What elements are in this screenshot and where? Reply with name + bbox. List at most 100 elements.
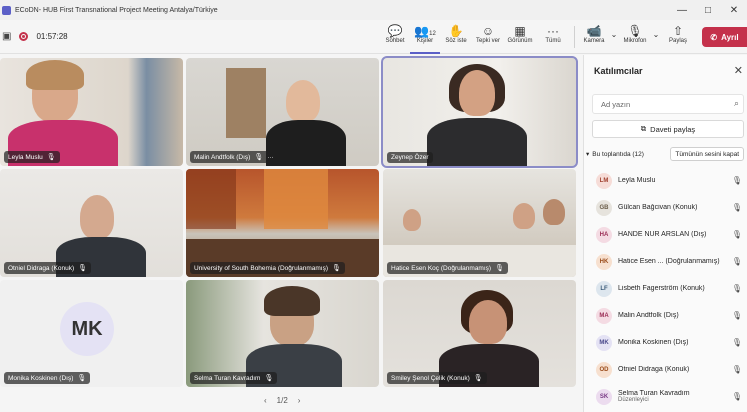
participant-hair — [264, 286, 320, 316]
mic-off-icon: 🎙 — [731, 284, 742, 293]
mic-off-icon: 🎙 — [332, 265, 341, 272]
video-tile[interactable]: University of South Bohemia (Doğrulanmam… — [186, 169, 379, 277]
participant-face — [469, 300, 507, 344]
participant-face — [459, 70, 495, 116]
gallery-pager: ‹ 1/2 › — [264, 396, 300, 405]
mic-off-icon: 🎙 — [46, 154, 56, 161]
list-item[interactable]: HK Hatice Esen ... (Doğrulanmamış) 🎙 — [584, 248, 747, 275]
participant-face — [80, 195, 114, 239]
window-controls: — □ ✕ — [669, 0, 747, 20]
participant-list: LM Leyla Muslu 🎙 GB Gülcan Bağcivan (Kon… — [584, 167, 747, 410]
mic-off-icon: 🎙 — [731, 338, 742, 347]
video-tile[interactable]: Otniel Didraga (Konuk) 🎙 — [0, 169, 183, 277]
page-indicator: 1/2 — [276, 396, 288, 405]
mic-off-icon: 🎙 — [264, 375, 274, 382]
list-item[interactable]: SK Selma Turan Kavradım Düzenleyici 🎙 — [584, 383, 747, 410]
camera-icon: 📹 — [586, 24, 602, 38]
video-gallery: Leyla Muslu 🎙 Malin Andtfolk (Dış) 🎙 ··· Ze… — [0, 55, 580, 412]
microphone-off-icon: 🎙 — [627, 24, 643, 38]
mic-options-chevron-icon[interactable]: ⌄ — [651, 20, 661, 54]
mic-off-icon: 🎙 — [731, 230, 742, 239]
participant-search-input[interactable]: Ad yazın ⌕ — [592, 94, 744, 114]
list-item[interactable]: HA HANDE NUR ARSLAN (Dış) 🎙 — [584, 221, 747, 248]
window-title: ECoDN- HUB First Transnational Project M… — [15, 6, 218, 14]
participant-face — [403, 209, 421, 231]
mic-off-icon: 🎙 — [731, 365, 742, 374]
video-tile-active-speaker[interactable]: Zeynep Özer — [381, 56, 578, 168]
tile-nametag: Leyla Muslu 🎙 — [4, 151, 60, 163]
title-bar: ECoDN- HUB First Transnational Project M… — [0, 0, 747, 20]
close-panel-icon[interactable]: ✕ — [734, 64, 743, 77]
avatar: MK — [60, 302, 114, 356]
list-item[interactable]: LM Leyla Muslu 🎙 — [584, 167, 747, 194]
tile-nametag: University of South Bohemia (Doğrulanmam… — [190, 262, 345, 274]
people-count: 12 — [429, 31, 436, 37]
mic-off-icon: 🎙 — [254, 154, 264, 161]
avatar: OD — [596, 361, 612, 378]
people-button[interactable]: 👥12 Kişiler — [410, 20, 440, 54]
tile-nametag: Otniel Didraga (Konuk) 🎙 — [4, 262, 92, 274]
list-item[interactable]: GB Gülcan Bağcivan (Konuk) 🎙 — [584, 194, 747, 221]
participant-hair — [26, 60, 84, 90]
video-tile[interactable]: Malin Andtfolk (Dış) 🎙 ··· — [186, 58, 379, 166]
meeting-timer: 01:57:28 — [36, 32, 68, 41]
list-item[interactable]: MA Malin Andtfolk (Dış) 🎙 — [584, 302, 747, 329]
raise-hand-icon: ✋ — [448, 24, 464, 38]
mute-all-button[interactable]: Tümünün sesini kapat — [670, 147, 744, 161]
mic-off-icon: 🎙 — [731, 257, 742, 266]
tile-nametag: Malin Andtfolk (Dış) 🎙 ··· — [190, 151, 278, 163]
share-icon: ⇧ — [672, 24, 684, 38]
mic-off-icon: 🎙 — [473, 375, 483, 382]
chat-icon: 💬 — [387, 24, 403, 38]
raise-hand-button[interactable]: ✋ Söz iste — [440, 20, 472, 54]
more-button[interactable]: ··· Tümü — [536, 20, 570, 54]
leave-button[interactable]: ✆ Ayrıl — [702, 27, 747, 47]
chevron-down-icon[interactable]: ▾ — [586, 150, 589, 158]
wall-painting — [186, 169, 236, 229]
participant-body — [427, 118, 527, 166]
maximize-button[interactable]: □ — [695, 0, 721, 20]
tile-nametag: Smiley Şenol Çelik (Konuk) 🎙 — [387, 372, 487, 384]
teams-logo-icon — [2, 5, 11, 15]
video-tile[interactable]: Leyla Muslu 🎙 — [0, 58, 183, 166]
share-invite-button[interactable]: ⧉ Daveti paylaş — [592, 120, 744, 138]
in-meeting-section: ▾ Bu toplantıda (12) Tümünün sesini kapa… — [586, 147, 746, 161]
mic-off-icon: 🎙 — [731, 311, 742, 320]
close-window-button[interactable]: ✕ — [721, 0, 747, 20]
video-tile[interactable]: Selma Turan Kavradım 🎙 — [186, 280, 379, 387]
organizer-label: Düzenleyici — [618, 397, 649, 403]
video-tile[interactable]: Smiley Şenol Çelik (Konuk) 🎙 — [383, 280, 576, 387]
share-button[interactable]: ⇧ Paylaş — [661, 20, 695, 54]
bookshelf — [226, 68, 266, 138]
camera-button[interactable]: 📹 Kamera — [579, 20, 609, 54]
chat-button[interactable]: 💬 Sohbet — [380, 20, 410, 54]
react-button[interactable]: ☺ Tepki ver — [472, 20, 504, 54]
people-icon: 👥 — [414, 24, 430, 38]
microphone-button[interactable]: 🎙 Mikrofon — [619, 20, 651, 54]
minimize-button[interactable]: — — [669, 0, 695, 20]
avatar: LF — [596, 280, 612, 297]
mic-off-icon: 🎙 — [78, 265, 88, 272]
mic-off-icon: 🎙 — [77, 375, 87, 382]
participant-body — [266, 120, 346, 166]
avatar: HA — [596, 226, 612, 243]
video-tile[interactable]: MK Monika Koskinen (Dış) 🎙 — [0, 280, 183, 387]
avatar: LM — [596, 172, 612, 189]
participant-face — [286, 80, 320, 122]
previous-page-icon[interactable]: ‹ — [264, 396, 267, 405]
camera-options-chevron-icon[interactable]: ⌄ — [609, 20, 619, 54]
mic-off-icon: 🎙 — [731, 176, 742, 185]
next-page-icon[interactable]: › — [298, 396, 301, 405]
video-tile[interactable]: Hatice Esen Koç (Doğrulanmamış) 🎙 — [383, 169, 576, 277]
view-button[interactable]: ▦ Görünüm — [504, 20, 536, 54]
list-item[interactable]: LF Lisbeth Fagerström (Konuk) 🎙 — [584, 275, 747, 302]
tile-nametag: Hatice Esen Koç (Doğrulanmamış) 🎙 — [387, 262, 508, 274]
tile-nametag: Zeynep Özer — [387, 152, 433, 163]
tile-nametag: Selma Turan Kavradım 🎙 — [190, 372, 278, 384]
avatar: MA — [596, 307, 612, 324]
list-item[interactable]: OD Otniel Didraga (Konuk) 🎙 — [584, 356, 747, 383]
phone-hangup-icon: ✆ — [710, 32, 718, 42]
list-item[interactable]: MK Monika Koskinen (Dış) 🎙 — [584, 329, 747, 356]
participant-face — [513, 203, 535, 229]
toolbar-divider — [574, 26, 575, 48]
